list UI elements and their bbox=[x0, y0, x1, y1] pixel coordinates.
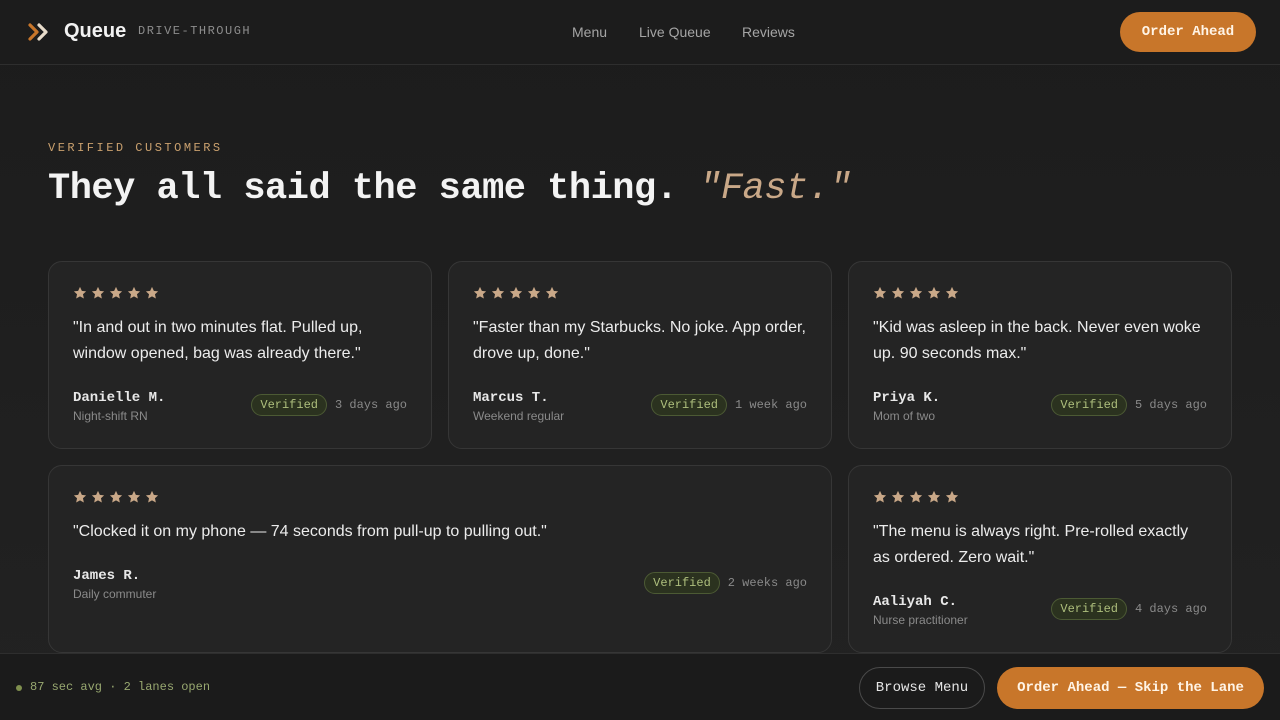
reviewer-role: Night-shift RN bbox=[73, 409, 148, 423]
reviewer-name: James R. bbox=[73, 568, 141, 584]
star-icon bbox=[945, 490, 959, 503]
browse-menu-button[interactable]: Browse Menu bbox=[859, 667, 985, 709]
review-time: 1 week ago bbox=[734, 398, 807, 412]
star-icon bbox=[127, 490, 141, 503]
star-icon bbox=[927, 490, 941, 503]
star-icon bbox=[545, 286, 559, 299]
verified-badge: Verified bbox=[251, 394, 327, 416]
star-icon bbox=[473, 286, 487, 299]
review-quote: "The menu is always right. Pre-rolled ex… bbox=[873, 523, 1189, 566]
headline-text: They all said the same thing. bbox=[48, 168, 678, 210]
review-card: "The menu is always right. Pre-rolled ex… bbox=[848, 465, 1232, 653]
review-time: 5 days ago bbox=[1134, 398, 1207, 412]
star-icon bbox=[527, 286, 541, 299]
reviewer-role: Nurse practitioner bbox=[873, 613, 968, 627]
star-icon bbox=[945, 286, 959, 299]
review-card: "In and out in two minutes flat. Pulled … bbox=[48, 261, 432, 449]
star-icon bbox=[509, 286, 523, 299]
star-rating bbox=[73, 490, 159, 504]
star-rating bbox=[73, 286, 159, 300]
nav-link-reviews[interactable]: Reviews bbox=[742, 24, 795, 40]
star-icon bbox=[873, 490, 887, 503]
main-nav: Menu Live Queue Reviews bbox=[0, 24, 1280, 42]
review-quote: "Kid was asleep in the back. Never even … bbox=[873, 319, 1201, 362]
reviewer-name: Aaliyah C. bbox=[873, 594, 958, 610]
star-rating bbox=[873, 286, 959, 300]
star-icon bbox=[91, 286, 105, 299]
verified-badge: Verified bbox=[651, 394, 727, 416]
review-meta: Verified 2 weeks ago bbox=[644, 572, 807, 594]
reviewer-name: Danielle M. bbox=[73, 390, 166, 406]
star-rating bbox=[473, 286, 559, 300]
star-icon bbox=[891, 490, 905, 503]
review-meta: Verified 1 week ago bbox=[651, 394, 807, 416]
nav-link-live-queue[interactable]: Live Queue bbox=[639, 24, 711, 40]
queue-status: 87 sec avg · 2 lanes open bbox=[30, 680, 211, 694]
headline-accent: "Fast." bbox=[699, 168, 852, 210]
section-eyebrow: VERIFIED CUSTOMERS bbox=[48, 141, 223, 155]
review-meta: Verified 3 days ago bbox=[251, 394, 407, 416]
star-icon bbox=[873, 286, 887, 299]
reviewer-role: Daily commuter bbox=[73, 587, 157, 601]
status-dot-icon bbox=[16, 685, 22, 691]
sticky-action-bar: 87 sec avg · 2 lanes open Browse Menu Or… bbox=[0, 653, 1280, 720]
review-card: "Faster than my Starbucks. No joke. App … bbox=[448, 261, 832, 449]
skip-lane-button[interactable]: Order Ahead — Skip the Lane bbox=[997, 667, 1264, 709]
review-quote: "Clocked it on my phone — 74 seconds fro… bbox=[73, 523, 547, 540]
review-meta: Verified 5 days ago bbox=[1051, 394, 1207, 416]
review-quote: "Faster than my Starbucks. No joke. App … bbox=[473, 319, 806, 362]
star-icon bbox=[91, 490, 105, 503]
verified-badge: Verified bbox=[644, 572, 720, 594]
star-icon bbox=[127, 286, 141, 299]
review-card: "Kid was asleep in the back. Never even … bbox=[848, 261, 1232, 449]
verified-badge: Verified bbox=[1051, 394, 1127, 416]
star-icon bbox=[109, 490, 123, 503]
star-icon bbox=[909, 490, 923, 503]
reviewer-name: Marcus T. bbox=[473, 390, 549, 406]
star-icon bbox=[145, 286, 159, 299]
review-time: 2 weeks ago bbox=[727, 576, 807, 590]
star-icon bbox=[109, 286, 123, 299]
verified-badge: Verified bbox=[1051, 598, 1127, 620]
star-icon bbox=[491, 286, 505, 299]
review-quote: "In and out in two minutes flat. Pulled … bbox=[73, 319, 363, 362]
star-rating bbox=[873, 490, 959, 504]
star-icon bbox=[73, 286, 87, 299]
review-card: "Clocked it on my phone — 74 seconds fro… bbox=[48, 465, 832, 653]
page-headline: They all said the same thing. "Fast." bbox=[48, 168, 852, 210]
star-icon bbox=[891, 286, 905, 299]
order-ahead-button[interactable]: Order Ahead bbox=[1120, 12, 1256, 52]
star-icon bbox=[73, 490, 87, 503]
reviewer-role: Weekend regular bbox=[473, 409, 565, 423]
star-icon bbox=[909, 286, 923, 299]
star-icon bbox=[145, 490, 159, 503]
reviewer-role: Mom of two bbox=[873, 409, 936, 423]
reviewer-name: Priya K. bbox=[873, 390, 941, 406]
top-navigation-bar: Queue DRIVE-THROUGH Menu Live Queue Revi… bbox=[0, 0, 1280, 65]
star-icon bbox=[927, 286, 941, 299]
nav-link-menu[interactable]: Menu bbox=[572, 24, 607, 40]
review-time: 3 days ago bbox=[334, 398, 407, 412]
review-time: 4 days ago bbox=[1134, 602, 1207, 616]
review-meta: Verified 4 days ago bbox=[1051, 598, 1207, 620]
